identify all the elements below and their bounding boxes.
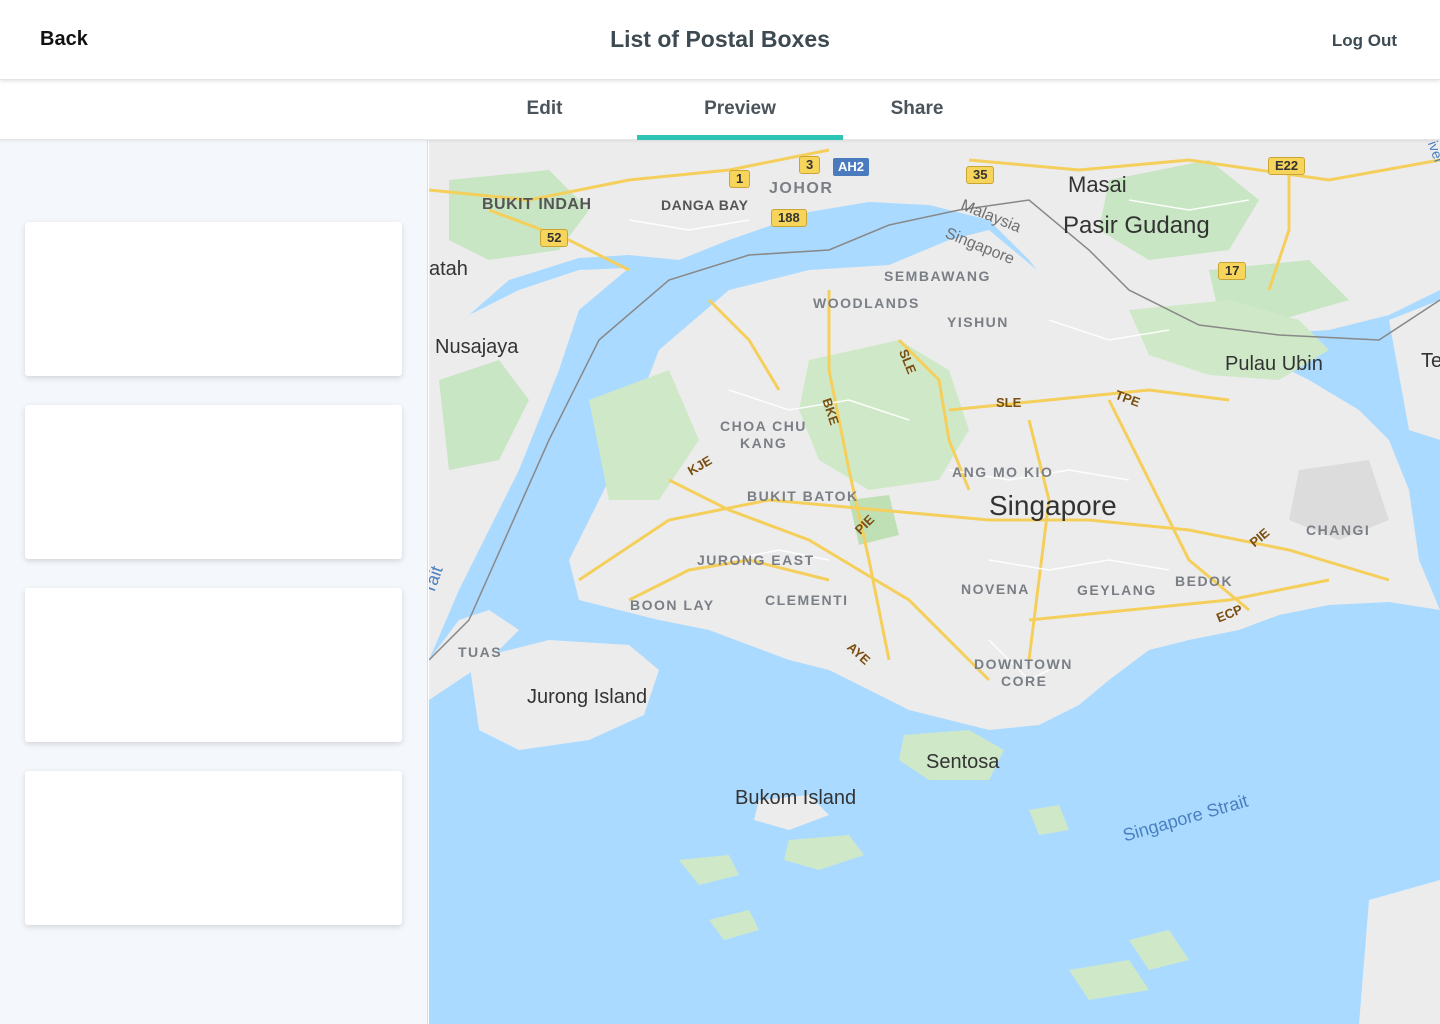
map-label-atah: atah	[429, 258, 468, 280]
postal-box-list	[0, 140, 428, 1024]
map-label-kang: KANG	[740, 435, 788, 451]
route-shield-1: 1	[729, 170, 751, 188]
map-label-boon-lay: BOON LAY	[630, 597, 715, 613]
postal-box-card[interactable]	[25, 771, 402, 925]
postal-box-card[interactable]	[25, 588, 402, 742]
route-shield-3: 3	[799, 156, 821, 174]
map-label-core: CORE	[1001, 673, 1048, 689]
map-label-clementi: CLEMENTI	[765, 592, 849, 608]
map-label-tuas: TUAS	[458, 644, 503, 660]
map-label-ang-mo-kio: ANG MO KIO	[952, 464, 1054, 480]
route-shield-e22: E22	[1268, 157, 1306, 175]
map-label-jurong-island: Jurong Island	[527, 686, 648, 708]
map-label-bukit-indah: BUKIT INDAH	[482, 196, 592, 213]
route-shield-35: 35	[966, 166, 995, 184]
map-label-bukom-island: Bukom Island	[735, 787, 857, 809]
map-label-pulau-ubin: Pulau Ubin	[1225, 353, 1323, 375]
tab-bar: Edit Preview Share	[0, 80, 1440, 140]
map-label-johor: JOHOR	[769, 180, 834, 197]
route-shield-52: 52	[540, 229, 569, 247]
map-label-singapore: Singapore	[989, 490, 1117, 521]
map-label-danga-bay: DANGA BAY	[661, 197, 749, 213]
map-label-novena: NOVENA	[961, 581, 1030, 597]
map-view[interactable]: Singapore Masai Pasir Gudang BUKIT INDAH…	[429, 140, 1440, 1024]
map-label-masai: Masai	[1068, 172, 1127, 197]
tab-edit[interactable]: Edit	[452, 80, 637, 140]
map-label-woodlands: WOODLANDS	[813, 295, 920, 311]
page-title: List of Postal Boxes	[610, 26, 830, 52]
road-label-sle-h: SLE	[996, 395, 1022, 410]
map-label-nusajaya: Nusajaya	[435, 336, 519, 358]
map-label-changi: CHANGI	[1306, 522, 1371, 538]
postal-box-card[interactable]	[25, 222, 402, 376]
logout-button[interactable]: Log Out	[1332, 31, 1397, 51]
app-header: Back List of Postal Boxes Log Out	[0, 0, 1440, 80]
map-label-yishun: YISHUN	[947, 314, 1009, 330]
map-label-sembawang: SEMBAWANG	[884, 268, 991, 284]
route-shield-188: 188	[771, 209, 807, 227]
postal-box-card[interactable]	[25, 405, 402, 559]
tab-preview[interactable]: Preview	[637, 80, 843, 140]
map-label-bukit-batok: BUKIT BATOK	[747, 488, 859, 504]
map-label-downtown: DOWNTOWN	[974, 656, 1073, 672]
map-label-pasir-gudang: Pasir Gudang	[1063, 212, 1210, 239]
map-label-geylang: GEYLANG	[1077, 582, 1157, 598]
route-shield-17: 17	[1218, 262, 1247, 280]
map-label-jurong-east: JURONG EAST	[697, 552, 815, 568]
map-label-choa-chu: CHOA CHU	[720, 418, 807, 434]
route-shield-ah2: AH2	[833, 158, 870, 176]
tab-share[interactable]: Share	[843, 80, 991, 140]
map-label-tek: Tek	[1421, 350, 1440, 372]
map-label-sentosa: Sentosa	[926, 751, 1000, 773]
map-label-bedok: BEDOK	[1175, 573, 1234, 589]
